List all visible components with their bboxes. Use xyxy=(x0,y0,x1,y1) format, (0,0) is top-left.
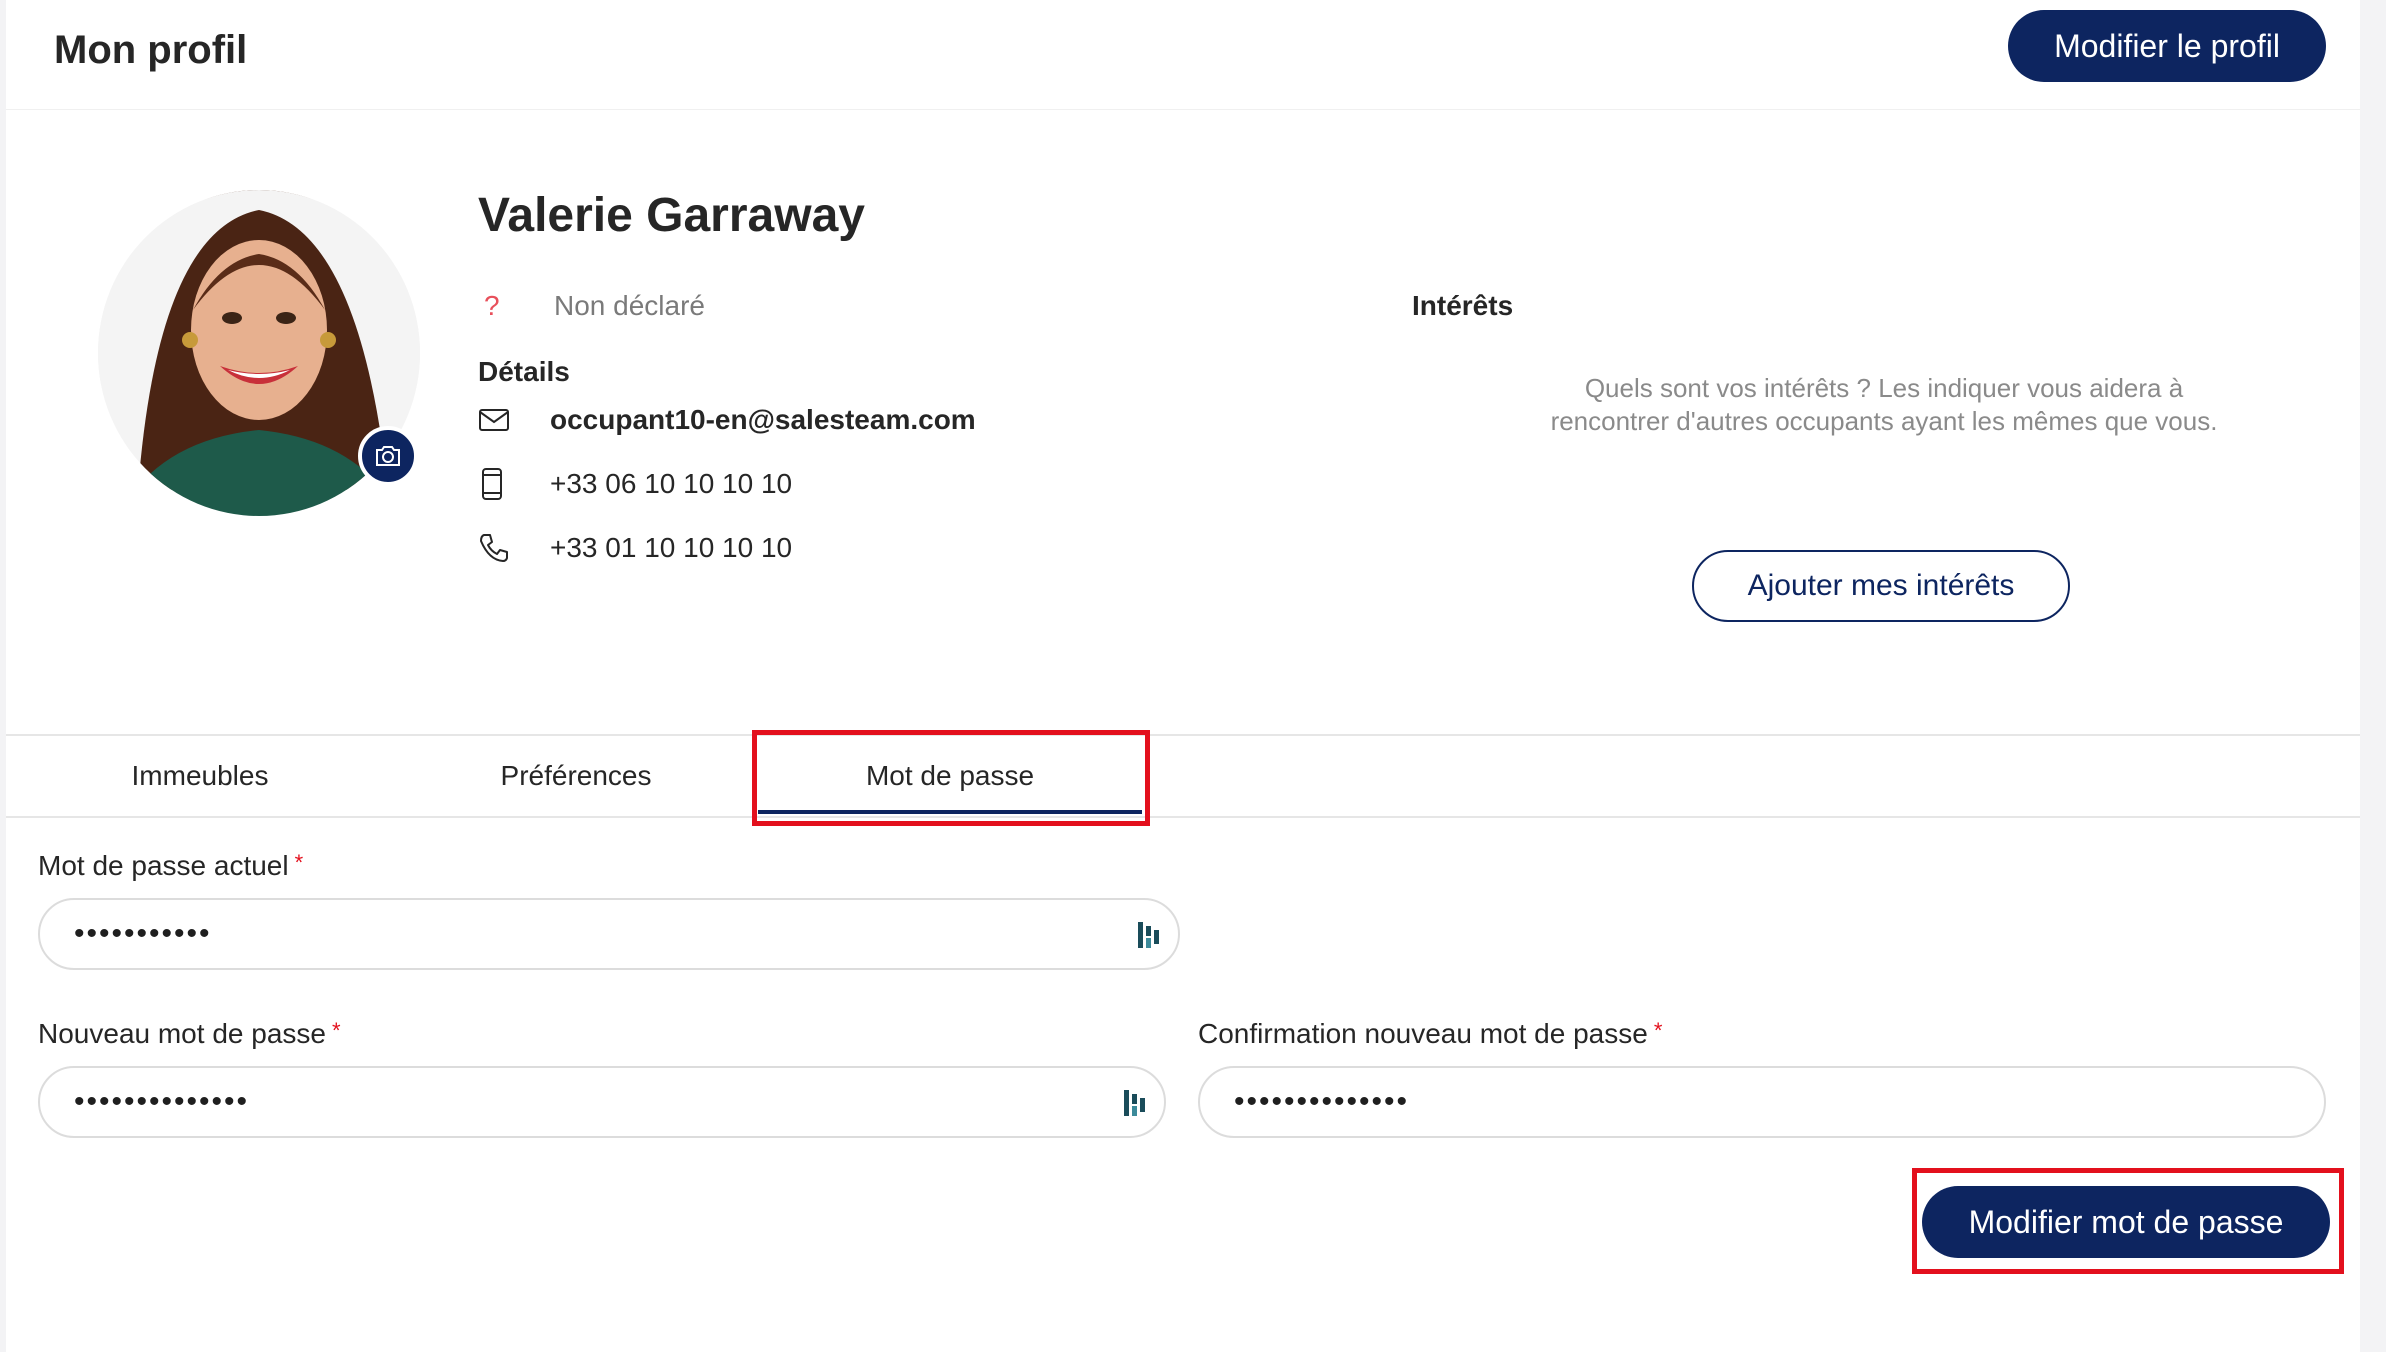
camera-icon xyxy=(376,446,400,466)
question-icon: ? xyxy=(484,290,500,321)
confirm-password-value: •••••••••••••• xyxy=(1234,1085,1410,1118)
gender-value: Non déclaré xyxy=(554,290,705,321)
mail-icon xyxy=(478,402,518,438)
password-manager-icon[interactable] xyxy=(1136,920,1162,950)
edit-profile-button[interactable]: Modifier le profil xyxy=(2008,10,2326,82)
current-password-label-text: Mot de passe actuel xyxy=(38,850,289,881)
current-password-value: ••••••••••• xyxy=(74,917,212,950)
mobile-row: +33 06 10 10 10 10 xyxy=(478,466,792,502)
confirm-password-input[interactable]: •••••••••••••• xyxy=(1198,1066,2326,1138)
new-password-label: Nouveau mot de passe * xyxy=(38,1018,341,1050)
required-mark: * xyxy=(331,1018,341,1043)
mobile-value: +33 06 10 10 10 10 xyxy=(550,468,793,499)
tab-label: Préférences xyxy=(500,760,652,791)
current-password-input[interactable]: ••••••••••• xyxy=(38,898,1180,970)
gender-row: ? Non déclaré xyxy=(484,290,705,322)
user-name: Valerie Garraway xyxy=(478,189,865,242)
required-mark: * xyxy=(294,850,304,875)
password-manager-icon[interactable] xyxy=(1122,1088,1148,1118)
active-tab-indicator xyxy=(758,810,1142,814)
scrollbar[interactable] xyxy=(2360,0,2386,1352)
tab-buildings[interactable]: Immeubles xyxy=(66,736,334,816)
interests-title: Intérêts xyxy=(1412,290,1514,321)
interests-description: Quels sont vos intérêts ? Les indiquer v… xyxy=(1550,373,2218,436)
new-password-label-text: Nouveau mot de passe xyxy=(38,1018,326,1049)
phone-value: +33 01 10 10 10 10 xyxy=(550,532,793,563)
tab-preferences[interactable]: Préférences xyxy=(442,736,710,816)
add-interests-button[interactable]: Ajouter mes intérêts xyxy=(1692,550,2070,622)
details-title: Détails xyxy=(478,356,570,387)
page-header: Mon profil Modifier le profil xyxy=(6,0,2360,110)
profile-tabs: Immeubles Préférences Mot de passe xyxy=(6,734,2360,818)
current-password-label: Mot de passe actuel * xyxy=(38,850,303,882)
change-photo-button[interactable] xyxy=(358,426,418,486)
tab-label: Mot de passe xyxy=(865,760,1035,791)
tab-label: Immeubles xyxy=(131,760,269,791)
phone-row: +33 01 10 10 10 10 xyxy=(478,530,792,566)
tab-password[interactable]: Mot de passe xyxy=(758,736,1142,816)
change-password-button[interactable]: Modifier mot de passe xyxy=(1922,1186,2330,1258)
page-title: Mon profil xyxy=(54,28,248,72)
profile-page: Mon profil Modifier le profil Valerie Ga… xyxy=(6,0,2360,1352)
email-value: occupant10-en@salesteam.com xyxy=(550,404,976,435)
required-mark: * xyxy=(1653,1018,1663,1043)
mobile-icon xyxy=(478,466,518,502)
confirm-password-label: Confirmation nouveau mot de passe * xyxy=(1198,1018,1662,1050)
phone-icon xyxy=(478,530,518,566)
new-password-input[interactable]: •••••••••••••• xyxy=(38,1066,1166,1138)
email-row: occupant10-en@salesteam.com xyxy=(478,402,976,438)
confirm-password-label-text: Confirmation nouveau mot de passe xyxy=(1198,1018,1648,1049)
new-password-value: •••••••••••••• xyxy=(74,1085,250,1118)
